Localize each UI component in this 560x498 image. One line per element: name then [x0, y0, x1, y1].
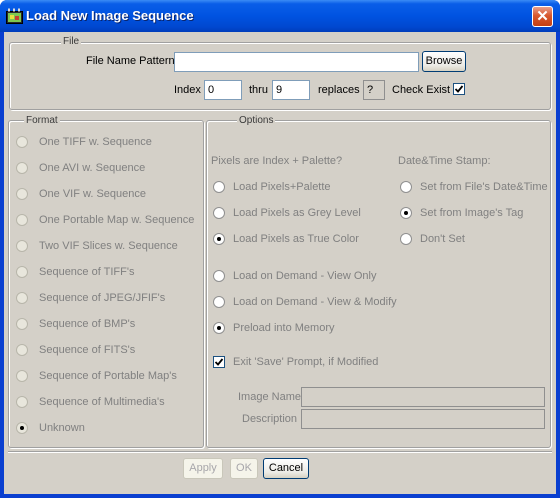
load-mode-option-label: Load on Demand - View & Modify: [233, 296, 397, 308]
load-mode-option-label: Preload into Memory: [233, 322, 335, 334]
format-radio[interactable]: [16, 266, 28, 278]
close-icon: ✕: [536, 8, 549, 25]
load-mode-radio[interactable]: [213, 270, 225, 282]
thru-input[interactable]: [272, 80, 310, 100]
image-name-input[interactable]: [301, 387, 545, 407]
footer-separator: [8, 451, 552, 453]
format-group-legend: Format: [24, 115, 60, 126]
dialog-client-area: File File Name Pattern Browse Index thru…: [4, 32, 556, 494]
thru-label: thru: [249, 84, 268, 96]
pixels-option-label: Load Pixels+Palette: [233, 181, 331, 193]
radio-dot-icon: [20, 426, 24, 430]
options-group-legend: Options: [237, 115, 276, 126]
browse-button[interactable]: Browse: [422, 51, 466, 72]
exit-save-prompt-label: Exit 'Save' Prompt, if Modified: [233, 356, 379, 368]
datetime-option-label: Set from File's Date&Time: [420, 181, 548, 193]
window-title: Load New Image Sequence: [26, 8, 194, 23]
load-mode-radio[interactable]: [213, 296, 225, 308]
check-exist-checkbox[interactable]: [453, 83, 465, 95]
replaces-label: replaces: [318, 84, 360, 96]
app-icon: [6, 8, 23, 24]
format-radio[interactable]: [16, 292, 28, 304]
format-radio[interactable]: [16, 188, 28, 200]
format-radio[interactable]: [16, 240, 28, 252]
format-option-label: One VIF w. Sequence: [39, 188, 147, 200]
replaces-field: ?: [363, 80, 385, 100]
pixels-radio[interactable]: [213, 181, 225, 193]
format-option-label: Two VIF Slices w. Sequence: [39, 240, 178, 252]
dialog-window: Load New Image Sequence ✕ File File Name…: [0, 0, 560, 498]
radio-dot-icon: [404, 211, 408, 215]
title-bar[interactable]: Load New Image Sequence ✕: [0, 0, 560, 32]
check-exist-label: Check Exist: [392, 84, 451, 96]
description-input[interactable]: [301, 409, 545, 429]
pixels-option-label: Load Pixels as True Color: [233, 233, 359, 245]
image-name-label: Image Name: [238, 391, 301, 403]
datetime-radio[interactable]: [400, 181, 412, 193]
radio-dot-icon: [217, 326, 221, 330]
format-radio[interactable]: [16, 396, 28, 408]
format-radio[interactable]: [16, 370, 28, 382]
datetime-option-label: Set from Image's Tag: [420, 207, 524, 219]
format-radio[interactable]: [16, 422, 28, 434]
file-name-pattern-input[interactable]: [174, 52, 419, 72]
format-option-label: One Portable Map w. Sequence: [39, 214, 195, 226]
index-label: Index: [174, 84, 201, 96]
pixels-radio[interactable]: [213, 207, 225, 219]
exit-save-prompt-checkbox[interactable]: [213, 356, 225, 368]
datetime-option-label: Don't Set: [420, 233, 465, 245]
format-radio[interactable]: [16, 136, 28, 148]
load-mode-option-label: Load on Demand - View Only: [233, 270, 377, 282]
format-option-label: Sequence of BMP's: [39, 318, 136, 330]
radio-dot-icon: [217, 237, 221, 241]
format-radio[interactable]: [16, 318, 28, 330]
index-input[interactable]: [204, 80, 242, 100]
format-option-label: Sequence of Portable Map's: [39, 370, 177, 382]
format-option-label: Sequence of TIFF's: [39, 266, 135, 278]
datetime-radio[interactable]: [400, 207, 412, 219]
pixels-radio[interactable]: [213, 233, 225, 245]
file-name-pattern-label: File Name Pattern: [86, 55, 175, 67]
format-radio[interactable]: [16, 162, 28, 174]
load-mode-radio[interactable]: [213, 322, 225, 334]
pixels-heading: Pixels are Index + Palette?: [211, 155, 343, 167]
format-option-label: One TIFF w. Sequence: [39, 136, 152, 148]
close-button[interactable]: ✕: [532, 6, 553, 27]
ok-button[interactable]: OK: [230, 458, 258, 479]
format-option-label: Sequence of FITS's: [39, 344, 136, 356]
format-option-label: Unknown: [39, 422, 85, 434]
format-radio[interactable]: [16, 344, 28, 356]
checkmark-icon: [454, 85, 464, 93]
file-group-legend: File: [61, 36, 82, 47]
format-option-label: Sequence of JPEG/JFIF's: [39, 292, 166, 304]
cancel-button[interactable]: Cancel: [263, 458, 309, 479]
format-option-label: Sequence of Multimedia's: [39, 396, 165, 408]
datetime-heading: Date&Time Stamp:: [398, 155, 491, 167]
apply-button[interactable]: Apply: [183, 458, 223, 479]
checkmark-icon: [214, 358, 224, 366]
pixels-option-label: Load Pixels as Grey Level: [233, 207, 361, 219]
datetime-radio[interactable]: [400, 233, 412, 245]
format-option-label: One AVI w. Sequence: [39, 162, 146, 174]
description-label: Description: [242, 413, 298, 425]
format-radio[interactable]: [16, 214, 28, 226]
